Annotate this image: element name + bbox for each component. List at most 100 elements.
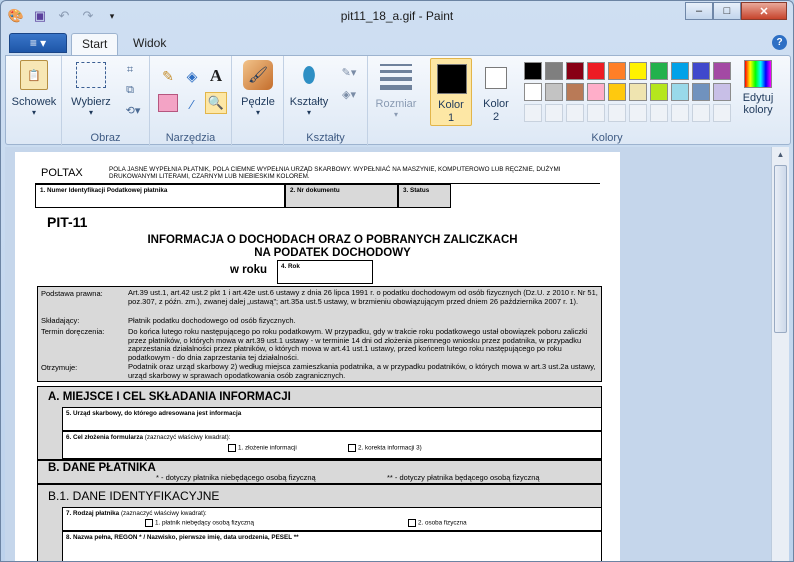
color1-number: 1 bbox=[447, 112, 455, 124]
palette-empty-slot[interactable] bbox=[671, 104, 689, 122]
scroll-up-icon[interactable]: ▲ bbox=[772, 147, 789, 163]
palette-empty-slot[interactable] bbox=[713, 104, 731, 122]
section-b-note2: ** - dotyczy płatnika będącego osobą fiz… bbox=[387, 473, 540, 482]
tab-view[interactable]: Widok bbox=[123, 33, 176, 55]
eraser-icon[interactable] bbox=[158, 94, 178, 112]
tax-office-field[interactable]: 5. Urząd skarbowy, do którego adresowana… bbox=[62, 407, 602, 431]
checkbox-non-natural[interactable] bbox=[145, 519, 153, 527]
nip-field[interactable]: 1. Numer Identyfikacji Podatkowej płatni… bbox=[35, 184, 285, 208]
palette-swatch[interactable] bbox=[608, 83, 626, 101]
shapes-label: Kształty bbox=[289, 96, 329, 108]
clipboard-icon: 📋 bbox=[20, 60, 48, 90]
payer-name-field[interactable]: 8. Nazwa pełna, REGON * / Nazwisko, pier… bbox=[62, 531, 602, 561]
deadline-text: Do końca lutego roku następującego po ro… bbox=[128, 327, 588, 362]
palette-empty-slot[interactable] bbox=[545, 104, 563, 122]
option-non-natural-label: 1. płatnik niebędący osobą fizyczną bbox=[155, 519, 255, 527]
color1-button[interactable]: Kolor 1 bbox=[430, 58, 472, 126]
checkbox-correction[interactable] bbox=[348, 444, 356, 452]
section-b: B. DANE PŁATNIKA * - dotyczy płatnika ni… bbox=[37, 460, 602, 484]
palette-swatch[interactable] bbox=[608, 62, 626, 80]
minimize-button[interactable]: – bbox=[685, 2, 713, 20]
palette-swatch[interactable] bbox=[713, 62, 731, 80]
palette-empty-slot[interactable] bbox=[629, 104, 647, 122]
image-group-label: Obraz bbox=[90, 132, 121, 144]
palette-swatch[interactable] bbox=[587, 83, 605, 101]
palette-swatch[interactable] bbox=[713, 83, 731, 101]
palette-swatch[interactable] bbox=[566, 62, 584, 80]
section-b-title: B. DANE PŁATNIKA bbox=[48, 462, 156, 474]
text-icon[interactable]: A bbox=[206, 66, 226, 86]
deadline-label: Termin doręczenia: bbox=[41, 327, 105, 336]
edit-colors-button[interactable]: Edytuj kolory bbox=[736, 60, 780, 116]
palette-empty-slot[interactable] bbox=[566, 104, 584, 122]
palette-empty-slot[interactable] bbox=[692, 104, 710, 122]
tab-home[interactable]: Start bbox=[71, 33, 119, 55]
paste-dropdown-icon: ▾ bbox=[31, 108, 36, 117]
color1-label: Kolor bbox=[438, 99, 464, 111]
crop-icon[interactable]: ⌗ bbox=[122, 62, 138, 78]
window-controls: – □ ✕ bbox=[685, 2, 787, 20]
color-picker-icon[interactable]: ⁄ bbox=[182, 94, 202, 114]
palette-swatch[interactable] bbox=[671, 83, 689, 101]
resize-icon[interactable]: ⧉ bbox=[122, 82, 138, 98]
paste-button[interactable]: 📋 Schowek ▾ bbox=[10, 60, 58, 117]
close-button[interactable]: ✕ bbox=[741, 2, 787, 20]
maximize-button[interactable]: □ bbox=[713, 2, 741, 20]
select-dropdown-icon: ▾ bbox=[88, 108, 93, 117]
palette-empty-slot[interactable] bbox=[587, 104, 605, 122]
clipboard-group: 📋 Schowek ▾ bbox=[6, 56, 62, 146]
shapes-button[interactable]: ⬮ Kształty ▾ bbox=[286, 60, 332, 117]
section-b1-title: B.1. DANE IDENTYFIKACYJNE bbox=[48, 489, 220, 503]
status-field: 3. Status bbox=[398, 184, 451, 208]
outline-icon[interactable]: ✎▾ bbox=[336, 64, 362, 80]
color2-button[interactable]: Kolor 2 bbox=[476, 58, 516, 126]
magnifier-icon[interactable]: 🔍 bbox=[205, 92, 227, 114]
palette-swatch[interactable] bbox=[650, 62, 668, 80]
palette-empty-slot[interactable] bbox=[608, 104, 626, 122]
paste-label: Schowek bbox=[11, 96, 57, 108]
brushes-label: Pędzle bbox=[241, 96, 275, 108]
poltax-label: POLTAX bbox=[41, 167, 83, 179]
palette-swatch[interactable] bbox=[671, 62, 689, 80]
ribbon: 📋 Schowek ▾ Wybierz ▾ ⌗ ⧉ ⟲▾ Obraz ✎ ◈ A… bbox=[5, 55, 791, 146]
pencil-icon[interactable]: ✎ bbox=[158, 66, 178, 86]
option-correction-label: 2. korekta informacji 3) bbox=[358, 444, 422, 452]
palette-swatch[interactable] bbox=[524, 83, 542, 101]
fill-icon[interactable]: ◈ bbox=[182, 66, 202, 86]
shape-fill-icon[interactable]: ◈▾ bbox=[336, 86, 362, 102]
palette-swatch[interactable] bbox=[629, 62, 647, 80]
palette-swatch[interactable] bbox=[692, 83, 710, 101]
palette-swatch[interactable] bbox=[566, 83, 584, 101]
checkbox-natural-person[interactable] bbox=[408, 519, 416, 527]
vertical-scrollbar[interactable]: ▲ bbox=[771, 147, 789, 561]
edit-colors-label: Edytuj bbox=[742, 92, 774, 104]
palette-empty-slot[interactable] bbox=[650, 104, 668, 122]
file-menu-button[interactable]: ≡ ▾ bbox=[9, 33, 67, 53]
nip-label: 1. Numer Identyfikacji Podatkowej płatni… bbox=[40, 187, 168, 194]
window-title: pit11_18_a.gif - Paint bbox=[340, 9, 454, 23]
size-button[interactable]: Rozmiar ▾ bbox=[372, 60, 420, 119]
image-canvas[interactable]: POLTAX POLA JASNE WYPEŁNIA PŁATNIK, POLA… bbox=[15, 152, 620, 561]
checkbox-submit[interactable] bbox=[228, 444, 236, 452]
year-field[interactable]: 4. Rok bbox=[277, 260, 373, 284]
select-button[interactable]: Wybierz ▾ bbox=[68, 60, 114, 117]
recipient-label: Otrzymuje: bbox=[41, 363, 78, 372]
palette-swatch[interactable] bbox=[650, 83, 668, 101]
purpose-field: 6. Cel złożenia formularza (zaznaczyć wł… bbox=[62, 431, 602, 459]
tax-office-label: 5. Urząd skarbowy, do którego adresowana… bbox=[66, 410, 242, 417]
section-a-title: A. MIEJSCE I CEL SKŁADANIA INFORMACJI bbox=[48, 391, 291, 403]
palette-swatch[interactable] bbox=[545, 83, 563, 101]
brushes-button[interactable]: 🖌 Pędzle ▾ bbox=[234, 60, 282, 117]
tools-group: ✎ ◈ A ⁄ 🔍 Narzędzia bbox=[150, 56, 232, 146]
palette-swatch[interactable] bbox=[524, 62, 542, 80]
brushes-dropdown-icon: ▾ bbox=[255, 108, 260, 117]
palette-swatch[interactable] bbox=[692, 62, 710, 80]
palette-empty-slot[interactable] bbox=[524, 104, 542, 122]
palette-swatch[interactable] bbox=[587, 62, 605, 80]
rainbow-icon bbox=[744, 60, 772, 88]
palette-swatch[interactable] bbox=[545, 62, 563, 80]
scroll-thumb[interactable] bbox=[774, 165, 787, 333]
rotate-icon[interactable]: ⟲▾ bbox=[122, 102, 144, 118]
help-icon[interactable]: ? bbox=[772, 35, 787, 50]
palette-swatch[interactable] bbox=[629, 83, 647, 101]
